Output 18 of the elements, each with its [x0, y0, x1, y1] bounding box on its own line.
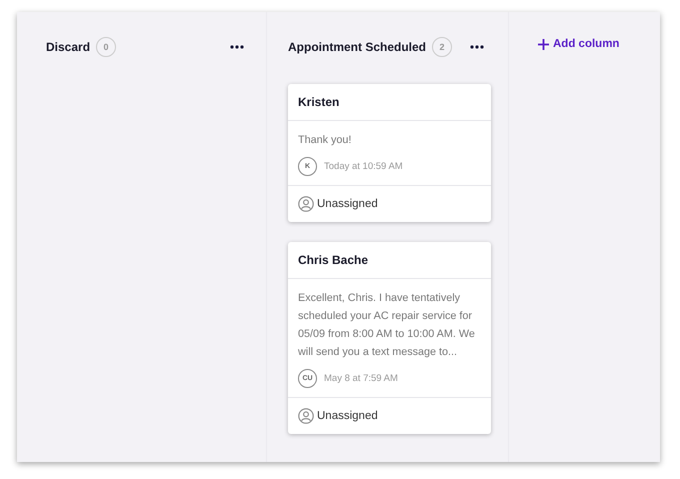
contact-name: Kristen [288, 84, 491, 121]
add-column-button[interactable]: Add column [538, 38, 620, 50]
plus-icon [538, 38, 549, 50]
assignee-label: Unassigned [317, 198, 378, 210]
contact-name: Chris Bache [288, 242, 491, 279]
message-time: May 8 at 7:59 AM [324, 373, 398, 384]
message-preview: Excellent, Chris. I have tentatively scheduled your AC repair service for 05/09 from 8:00 AM to 10:00 AM. We will send you a text message to... [298, 291, 476, 360]
message-preview: Thank you! [298, 133, 352, 148]
count-badge: 2 [432, 37, 452, 57]
person-icon [298, 196, 314, 212]
column-title: Appointment Scheduled [288, 40, 426, 54]
more-options-icon[interactable] [230, 45, 244, 49]
more-options-icon[interactable] [470, 45, 484, 49]
person-icon [298, 408, 314, 424]
assignee-label: Unassigned [317, 410, 378, 422]
count-badge: 0 [96, 37, 116, 57]
message-time: Today at 10:59 AM [324, 161, 403, 172]
column-title: Discard [46, 40, 90, 54]
